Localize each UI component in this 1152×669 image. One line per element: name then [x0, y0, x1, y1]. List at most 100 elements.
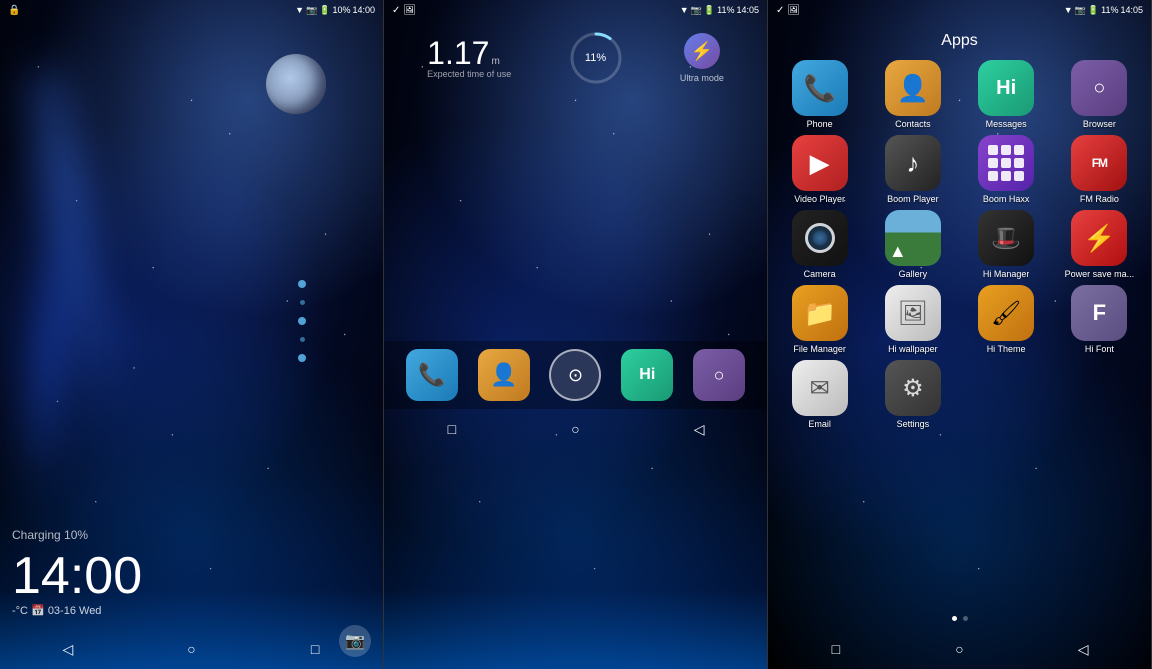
battery-percent-circle: 11% — [566, 28, 626, 88]
battery-time-big: 1.17 — [427, 37, 489, 69]
app-power-save[interactable]: ⚡ Power save ma... — [1056, 210, 1143, 279]
hi-theme-icon: 🖌 — [978, 285, 1034, 341]
home-signal2: ▼ — [680, 5, 689, 15]
home-battery-pct: 11% — [717, 5, 734, 15]
power-save-icon: ⚡ — [1071, 210, 1127, 266]
app-phone[interactable]: 📞 Phone — [776, 60, 863, 129]
lock-screen-panel: 🔒 ▼ 📷 🔋 10% 14:00 Charging 10% 14:00 -°C… — [0, 0, 384, 669]
home-gallery-icon: 🖼 — [403, 5, 416, 16]
battery-widget: 1.17 m Expected time of use 11% ⚡ Ultra … — [384, 20, 767, 96]
sim-icon: 📷 — [306, 5, 317, 16]
camera-apps-label: Camera — [804, 269, 836, 279]
home-status-bar: ✓ 🖼 ▼ 📷 🔋 11% 14:05 — [384, 0, 767, 20]
camera-apps-icon — [792, 210, 848, 266]
lock-content: Charging 10% 14:00 -°C 📅 03-16 Wed — [0, 20, 383, 629]
dock-phone[interactable]: 📞 — [406, 349, 458, 401]
battery-percent: 10% — [332, 5, 350, 15]
app-hi-wallpaper[interactable]: 🖼 Hi wallpaper — [869, 285, 956, 354]
gallery-apps-label: Gallery — [899, 269, 928, 279]
app-gallery-apps[interactable]: ▲ Gallery — [869, 210, 956, 279]
nav-home-button[interactable]: ○ — [177, 635, 205, 663]
home-nav-square[interactable]: □ — [438, 415, 466, 443]
dock-hi[interactable]: Hi — [621, 349, 673, 401]
home-sim: 📷 — [691, 5, 702, 16]
app-fm-radio[interactable]: FM FM Radio — [1056, 135, 1143, 204]
email2-label: Email — [808, 419, 831, 429]
fm-radio-icon: FM — [1071, 135, 1127, 191]
nav-recents-button[interactable]: □ — [301, 635, 329, 663]
hi-font-label: Hi Font — [1085, 344, 1114, 354]
apps-gallery-icon: 🖼 — [787, 5, 800, 16]
home-nav-back[interactable]: ◁ — [685, 415, 713, 443]
app-boom-player-apps[interactable]: ♪ Boom Player — [869, 135, 956, 204]
phone-app-icon: 📞 — [792, 60, 848, 116]
battery-time-unit: m — [491, 56, 499, 67]
apps-signal: ▼ — [1064, 5, 1073, 15]
hi-wallpaper-label: Hi wallpaper — [888, 344, 938, 354]
file-manager-icon: 📁 — [792, 285, 848, 341]
home-signal-icon: ✓ — [392, 5, 400, 16]
home-screen-panel: ✓ 🖼 ▼ 📷 🔋 11% 14:05 1.17 m Expected time… — [384, 0, 768, 669]
nav-back-button[interactable]: ◁ — [54, 635, 82, 663]
boom-haxx-apps-icon — [978, 135, 1034, 191]
app-settings2[interactable]: ⚙ Settings — [869, 360, 956, 429]
apps-sim: 📷 — [1075, 5, 1086, 16]
apps-status-bar: ✓ 🖼 ▼ 📷 🔋 11% 14:05 — [768, 0, 1151, 20]
apps-dot-1 — [952, 616, 957, 621]
battery-icon: 🔋 — [319, 5, 330, 16]
home-time: 14:05 — [736, 5, 759, 15]
dock-browser[interactable]: ○ — [693, 349, 745, 401]
app-video-player[interactable]: ▶ Video Player — [776, 135, 863, 204]
app-email2[interactable]: ✉ Email — [776, 360, 863, 429]
boom-player-apps-label: Boom Player — [887, 194, 939, 204]
hi-theme-label: Hi Theme — [987, 344, 1026, 354]
apps-nav-back[interactable]: ◁ — [1069, 635, 1097, 663]
phone-app-label: Phone — [807, 119, 833, 129]
signal-icon: ▼ — [295, 5, 304, 15]
dock-contacts[interactable]: 👤 — [478, 349, 530, 401]
app-hi-theme[interactable]: 🖌 Hi Theme — [963, 285, 1050, 354]
ultra-icon: ⚡ — [684, 33, 720, 69]
app-browser[interactable]: ○ Browser — [1056, 60, 1143, 129]
battery-time-display: 1.17 m Expected time of use — [427, 37, 511, 79]
apps-nav-circle[interactable]: ○ — [945, 635, 973, 663]
ultra-mode-widget[interactable]: ⚡ Ultra mode — [680, 33, 724, 83]
app-hi-font[interactable]: F Hi Font — [1056, 285, 1143, 354]
video-player-label: Video Player — [794, 194, 845, 204]
dock-dialpad[interactable]: ⊙ — [549, 349, 601, 401]
lock-nav-bar: ◁ ○ □ — [0, 629, 383, 669]
boom-player-apps-icon: ♪ — [885, 135, 941, 191]
browser-app-icon: ○ — [1071, 60, 1127, 116]
apps-page-dots — [776, 612, 1143, 625]
app-boom-haxx-apps[interactable]: Boom Haxx — [963, 135, 1050, 204]
apps-nav-bar: □ ○ ◁ — [768, 629, 1151, 669]
power-save-label: Power save ma... — [1065, 269, 1135, 279]
messages-app-label: Messages — [986, 119, 1027, 129]
contacts-app-icon: 👤 — [885, 60, 941, 116]
lock-time-display: 14:00 — [12, 550, 142, 602]
fm-radio-label: FM Radio — [1080, 194, 1119, 204]
app-messages[interactable]: Hi Messages — [963, 60, 1050, 129]
email2-icon: ✉ — [792, 360, 848, 416]
app-hi-manager[interactable]: 🎩 Hi Manager — [963, 210, 1050, 279]
contacts-app-label: Contacts — [895, 119, 931, 129]
messages-app-icon: Hi — [978, 60, 1034, 116]
app-camera-apps[interactable]: Camera — [776, 210, 863, 279]
settings2-label: Settings — [897, 419, 930, 429]
battery-circle: 11% — [566, 28, 626, 88]
status-time: 14:00 — [352, 5, 375, 15]
app-file-manager[interactable]: 📁 File Manager — [776, 285, 863, 354]
home-nav-bar: □ ○ ◁ — [384, 409, 767, 449]
home-dock: 📞 👤 ⊙ Hi ○ — [384, 341, 767, 409]
apps-time: 14:05 — [1120, 5, 1143, 15]
app-contacts[interactable]: 👤 Contacts — [869, 60, 956, 129]
settings2-icon: ⚙ — [885, 360, 941, 416]
apps-battery-pct: 11% — [1101, 5, 1118, 15]
ultra-mode-label: Ultra mode — [680, 73, 724, 83]
lock-icon: 🔒 — [8, 5, 20, 16]
charging-text: Charging 10% — [12, 528, 371, 542]
apps-nav-square[interactable]: □ — [822, 635, 850, 663]
apps-dot-2 — [963, 616, 968, 621]
apps-battery-icon: 🔋 — [1088, 5, 1099, 16]
home-nav-circle[interactable]: ○ — [561, 415, 589, 443]
